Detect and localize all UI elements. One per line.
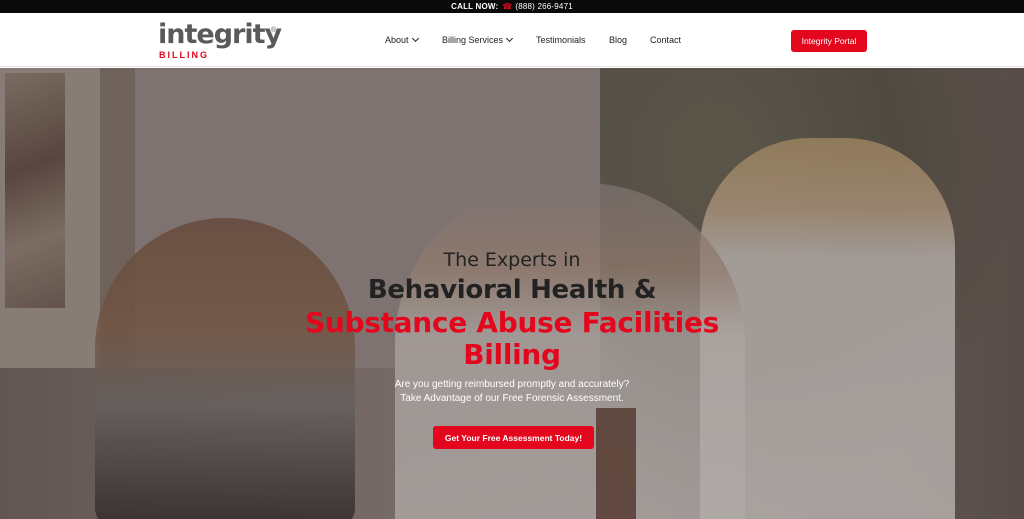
- hero-section: The Experts in Behavioral Health & Subst…: [0, 68, 1024, 519]
- nav-item-label: Blog: [609, 35, 628, 45]
- site-header: integrity ® BILLING About Billing Servic…: [0, 13, 1024, 67]
- nav-item-label: About: [385, 35, 409, 45]
- nav-item-blog[interactable]: Blog: [609, 35, 627, 45]
- hero-title-accent-line2: Billing: [463, 338, 561, 371]
- hero-title-accent-line1: Substance Abuse Facilities: [304, 306, 720, 339]
- phone-number-link[interactable]: (888) 266-9471: [515, 2, 573, 11]
- nav-item-about[interactable]: About: [385, 34, 419, 45]
- integrity-portal-button[interactable]: Integrity Portal: [791, 30, 867, 52]
- nav-item-testimonials[interactable]: Testimonials: [536, 35, 586, 45]
- chevron-down-icon: [411, 34, 419, 43]
- hero-pre-title: The Experts in: [443, 249, 581, 271]
- nav-item-contact[interactable]: Contact: [650, 35, 681, 45]
- phone-icon: ☎: [502, 2, 513, 11]
- call-now-label: CALL NOW:: [451, 2, 499, 11]
- top-bar: CALL NOW: ☎ (888) 266-9471: [0, 0, 1024, 13]
- chevron-down-icon: [505, 34, 514, 43]
- hero-content: The Experts in Behavioral Health & Subst…: [0, 68, 1024, 519]
- logo-wordmark: integrity: [158, 19, 282, 50]
- nav-item-label: Billing Services: [442, 35, 504, 45]
- hero-subtitle-line2: Take Advantage of our Free Forensic Asse…: [400, 393, 624, 404]
- hero-title: Behavioral Health &: [367, 275, 657, 305]
- nav-item-label: Contact: [650, 35, 682, 45]
- logo-subtitle: BILLING: [159, 50, 209, 60]
- free-assessment-button[interactable]: Get Your Free Assessment Today!: [433, 426, 594, 449]
- logo-registered-mark: ®: [271, 27, 277, 34]
- integrity-billing-logo[interactable]: integrity ® BILLING: [158, 19, 282, 61]
- hero-subtitle-line1: Are you getting reimbursed promptly and …: [394, 379, 630, 390]
- nav-item-label: Testimonials: [536, 35, 586, 45]
- nav-item-billing-services[interactable]: Billing Services: [442, 34, 514, 45]
